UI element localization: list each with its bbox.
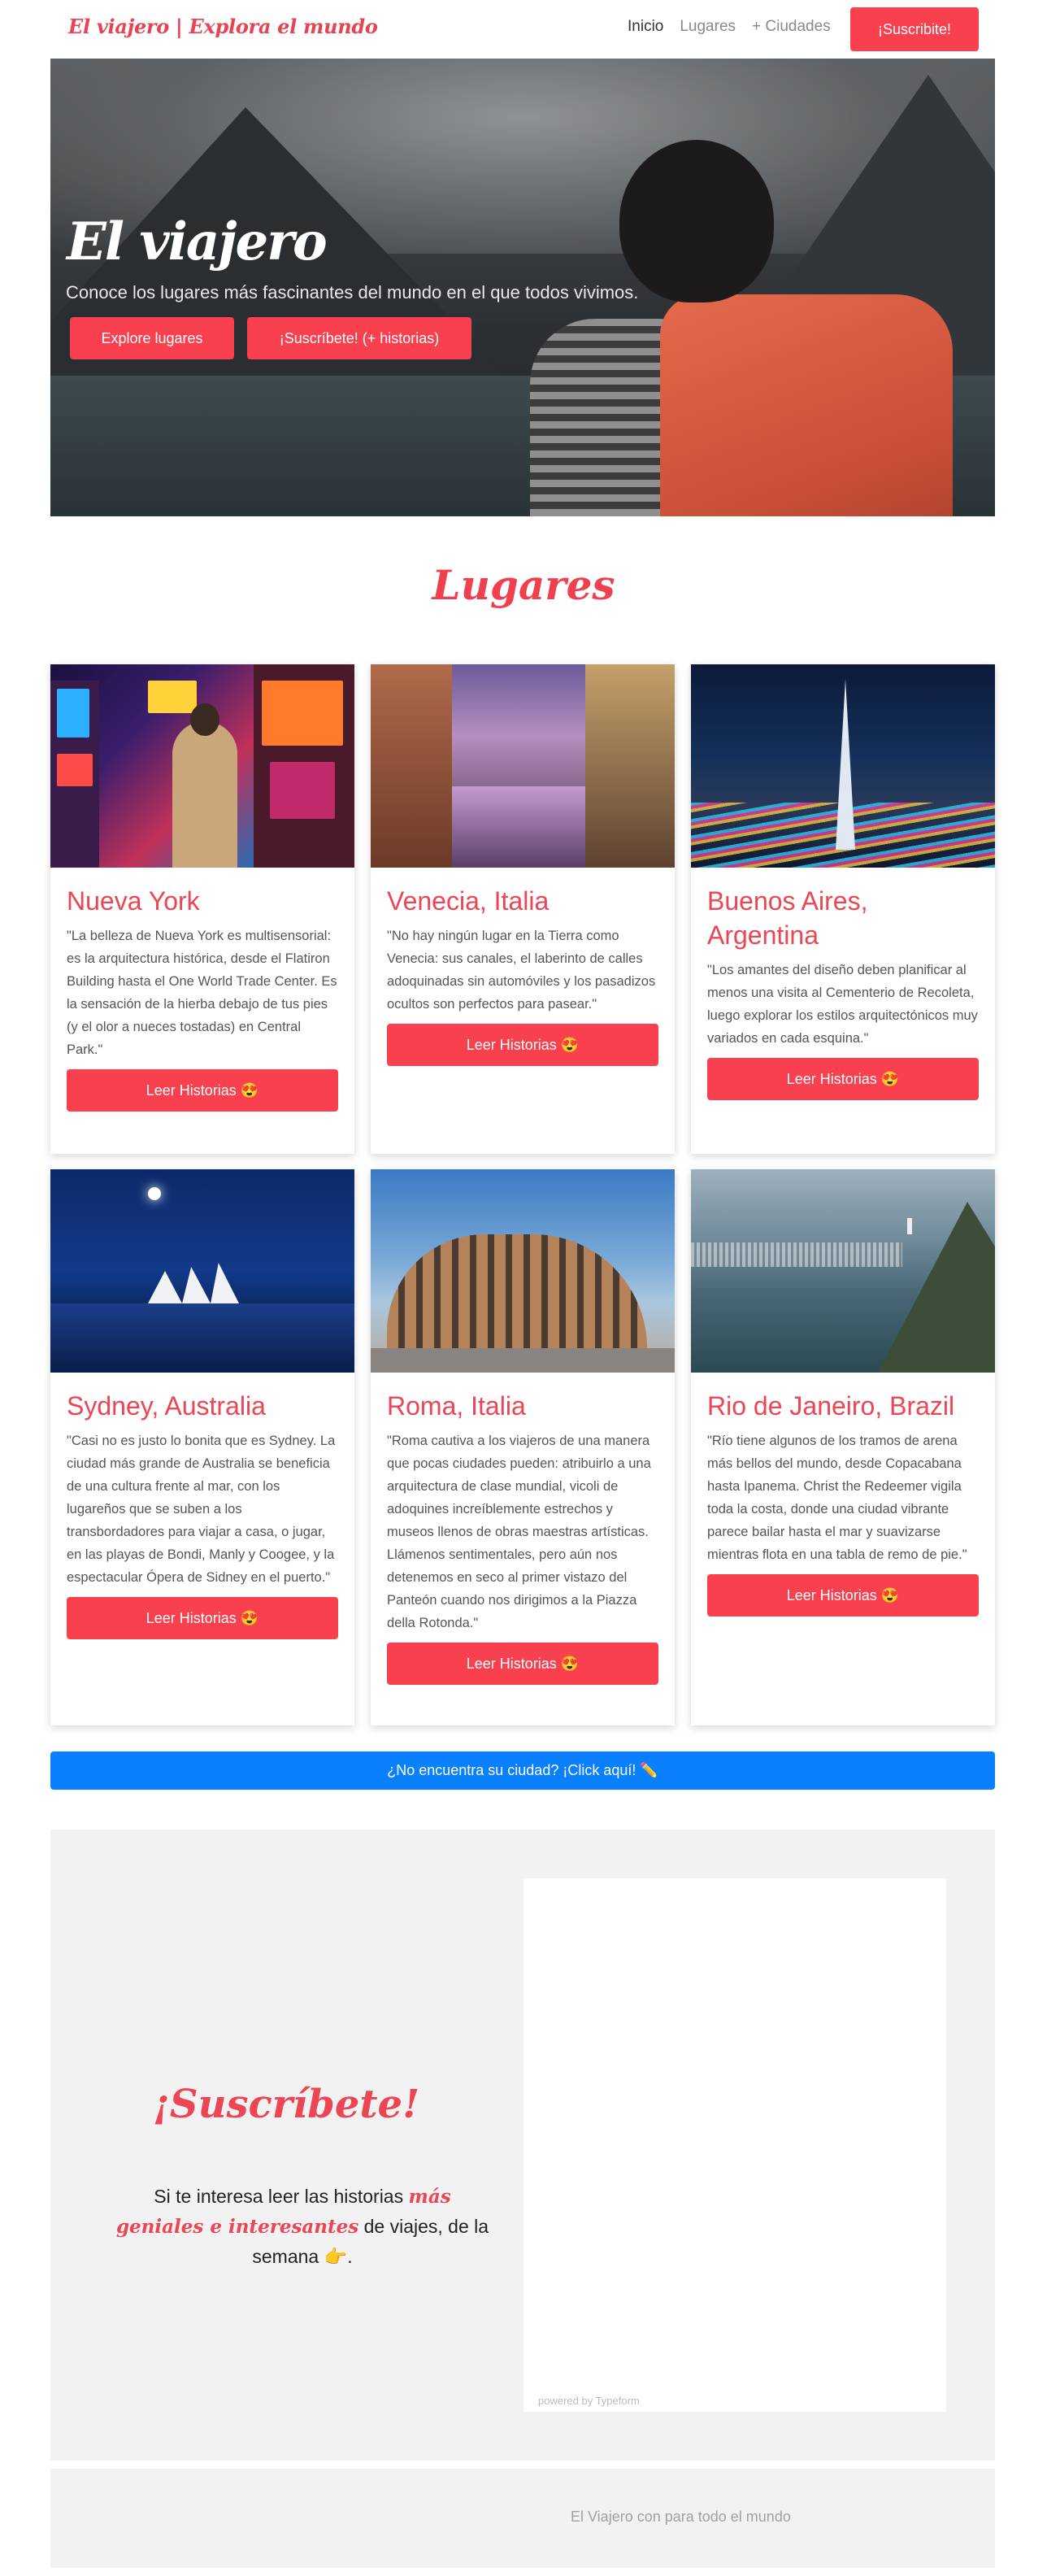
place-card-roma: Roma, Italia "Roma cautiva a los viajero… [371,1169,675,1725]
read-stories-button[interactable]: Leer Historias 😍 [387,1024,658,1066]
card-description: "Río tiene algunos de los tramos de aren… [707,1434,967,1562]
place-card-sydney: Sydney, Australia "Casi no es justo lo b… [50,1169,354,1725]
card-title: Venecia, Italia [387,886,550,916]
hero-title: El viajero [67,211,328,272]
nav-link-lugares[interactable]: Lugares [680,18,736,36]
explore-places-button[interactable]: Explore lugares [70,317,234,359]
footer-text: El Viajero con para todo el mundo [571,2509,791,2525]
nav-subscribe-button[interactable]: ¡Suscribite! [850,7,979,51]
hero-banner: El viajero Conoce los lugares más fascin… [50,59,995,516]
read-stories-button[interactable]: Leer Historias 😍 [67,1597,338,1639]
card-title: Buenos Aires, Argentina [707,886,868,950]
subscribe-text: Si te interesa leer las historias más ge… [115,2186,489,2267]
typeform-embed[interactable]: powered by Typeform [524,1878,946,2412]
rio-image [691,1169,995,1373]
read-stories-button[interactable]: Leer Historias 😍 [707,1574,979,1617]
card-description: "Los amantes del diseño deben planificar… [707,963,978,1046]
nav-link-ciudades[interactable]: + Ciudades [752,18,831,36]
powered-by-typeform[interactable]: powered by Typeform [538,2395,640,2407]
card-title: Sydney, Australia [67,1391,266,1421]
card-title: Roma, Italia [387,1391,526,1421]
subscribe-title: ¡Suscríbete! [152,2082,420,2127]
place-card-rio: Rio de Janeiro, Brazil "Río tiene alguno… [691,1169,995,1725]
card-description: "Roma cautiva a los viajeros de una mane… [387,1434,651,1630]
place-card-nueva-york: Nueva York "La belleza de Nueva York es … [50,664,354,1154]
subscribe-section: ¡Suscríbete! Si te interesa leer las his… [50,1830,995,2461]
roma-image [371,1169,675,1373]
navbar: El viajero | Explora el mundo Inicio Lug… [0,0,1047,59]
nav-link-inicio[interactable]: Inicio [628,18,663,36]
card-description: "La belleza de Nueva York es multisensor… [67,929,337,1057]
place-card-venecia: Venecia, Italia "No hay ningún lugar en … [371,664,675,1154]
venecia-image [371,664,675,868]
hero-traveler-image [530,132,953,516]
find-city-button[interactable]: ¿No encuentra su ciudad? ¡Click aquí! ✏️ [50,1751,995,1790]
card-title: Rio de Janeiro, Brazil [707,1391,955,1421]
sydney-image [50,1169,354,1373]
brand-logo[interactable]: El viajero | Explora el mundo [68,15,378,38]
places-section-title: Lugares [432,561,615,609]
place-card-buenos-aires: Buenos Aires, Argentina "Los amantes del… [691,664,995,1154]
card-title: Nueva York [67,886,200,916]
read-stories-button[interactable]: Leer Historias 😍 [67,1069,338,1112]
nueva-york-image [50,664,354,868]
card-description: "Casi no es justo lo bonita que es Sydne… [67,1434,336,1585]
read-stories-button[interactable]: Leer Historias 😍 [707,1058,979,1100]
hero-subscribe-button[interactable]: ¡Suscríbete! (+ historias) [247,317,471,359]
read-stories-button[interactable]: Leer Historias 😍 [387,1643,658,1685]
footer: El Viajero con para todo el mundo [50,2469,995,2568]
card-description: "No hay ningún lugar en la Tierra como V… [387,929,656,1012]
buenos-aires-image [691,664,995,868]
pedestrian-figure [172,721,237,868]
nav-links: Inicio Lugares + Ciudades [628,18,831,36]
hero-tagline: Conoce los lugares más fascinantes del m… [66,282,639,302]
